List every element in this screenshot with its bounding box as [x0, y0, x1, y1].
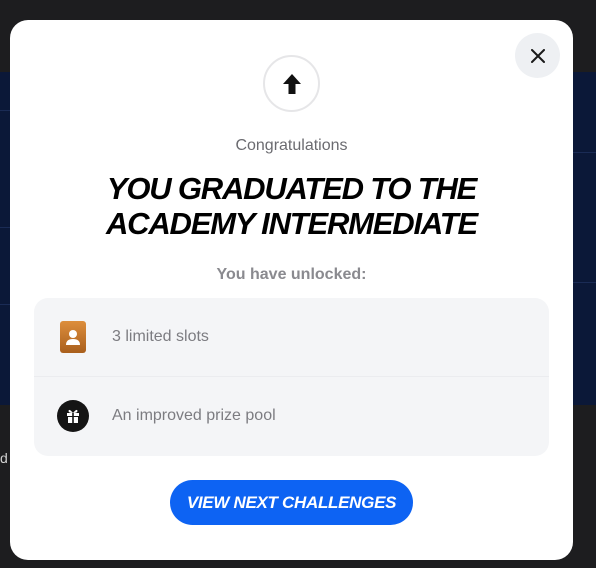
gift-icon	[57, 400, 89, 432]
background-divider	[0, 304, 10, 305]
background-divider	[573, 282, 596, 283]
unlock-item-label: An improved prize pool	[112, 407, 276, 424]
background-text: d	[0, 450, 8, 466]
unlock-item-label: 3 limited slots	[112, 328, 209, 345]
unlocked-heading: You have unlocked:	[216, 266, 367, 283]
close-button[interactable]	[515, 33, 560, 78]
arrow-up-icon	[282, 73, 301, 94]
modal-title-text: YOU GRADUATED TO THE ACADEMY INTERMEDIAT…	[106, 171, 478, 241]
list-item: 3 limited slots	[34, 298, 549, 377]
card-slot-icon	[57, 321, 89, 353]
level-up-badge	[263, 55, 320, 112]
modal-title: YOU GRADUATED TO THE ACADEMY INTERMEDIAT…	[10, 171, 573, 241]
view-next-challenges-button[interactable]: VIEW NEXT CHALLENGES	[170, 480, 413, 525]
background-divider	[0, 110, 10, 111]
congratulations-text: Congratulations	[235, 137, 348, 154]
unlocked-rewards-list: 3 limited slots An improved prize pool	[34, 298, 549, 456]
background-divider	[0, 227, 10, 228]
background-divider	[573, 152, 596, 153]
close-icon	[530, 48, 545, 63]
list-item: An improved prize pool	[34, 377, 549, 456]
graduation-modal: Congratulations YOU GRADUATED TO THE ACA…	[10, 20, 573, 560]
